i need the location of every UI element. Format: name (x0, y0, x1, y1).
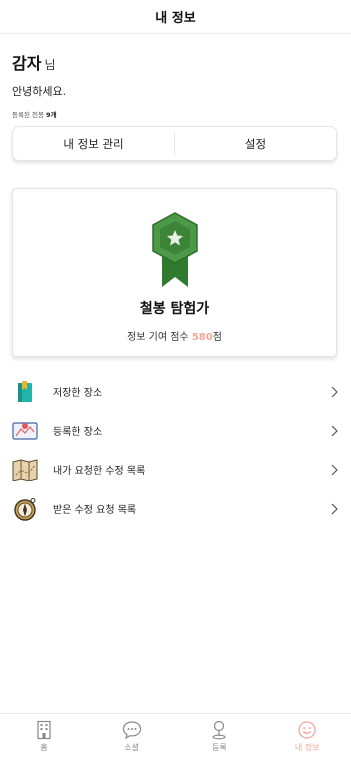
menu-item-label: 내가 요청한 수정 목록 (53, 466, 146, 477)
nav-label: 내 정보 (294, 742, 320, 752)
nav-register[interactable]: 등록 (176, 714, 264, 758)
bottom-nav: 홈 소셜 등록 내 정보 (0, 713, 351, 758)
contribution-score: 정보 기여 점수 580점 (127, 328, 222, 343)
smiley-icon (298, 720, 316, 739)
score-suffix: 점 (212, 332, 222, 343)
nav-my-info[interactable]: 내 정보 (263, 714, 351, 758)
nav-home[interactable]: 홈 (0, 714, 88, 758)
badge-card: 철봉 탐험가 정보 기여 점수 580점 (12, 188, 337, 357)
registered-count: 등록된 천봉 9개 (12, 109, 339, 119)
menu-item-label: 등록한 장소 (53, 427, 103, 438)
chat-bubble-icon (122, 720, 141, 739)
nav-label: 홈 (40, 742, 48, 752)
chevron-right-icon (331, 464, 338, 475)
menu-item-my-edit-requests[interactable]: 내가 요청한 수정 목록 (0, 450, 351, 489)
building-icon (37, 720, 51, 739)
nav-social[interactable]: 소셜 (88, 714, 176, 758)
greeting-section: 감자 님 안녕하세요. 등록된 천봉 9개 (0, 34, 351, 119)
chevron-right-icon (331, 503, 338, 514)
medal-icon (151, 212, 198, 287)
menu-item-saved-places[interactable]: 저장한 장소 (0, 372, 351, 411)
chevron-right-icon (331, 425, 338, 436)
bookmark-icon (12, 379, 38, 405)
page-title: 내 정보 (155, 11, 196, 26)
compass-icon (12, 496, 38, 522)
nav-label: 등록 (212, 742, 227, 752)
score-value: 580 (191, 332, 213, 343)
chevron-right-icon (331, 386, 338, 397)
menu-item-label: 저장한 장소 (53, 388, 103, 399)
top-bar: 내 정보 (0, 0, 351, 34)
folded-map-icon (12, 457, 38, 483)
menu-item-registered-places[interactable]: 등록한 장소 (0, 411, 351, 450)
user-name-suffix: 님 (44, 58, 56, 72)
profile-actions: 내 정보 관리 설정 (12, 126, 337, 161)
location-pin-icon (212, 720, 226, 739)
badge-title: 철봉 탐험가 (139, 301, 210, 317)
greeting-text: 안녕하세요. (12, 85, 67, 98)
map-pin-icon (12, 418, 38, 444)
score-prefix: 정보 기여 점수 (127, 332, 189, 343)
registered-label: 등록된 천봉 (12, 111, 44, 119)
menu-list: 저장한 장소 등록한 장소 내가 요청한 수정 목록 받은 수정 요청 목록 (0, 372, 351, 528)
manage-info-button[interactable]: 내 정보 관리 (13, 127, 174, 160)
menu-item-received-edit-requests[interactable]: 받은 수정 요청 목록 (0, 489, 351, 528)
nav-label: 소셜 (124, 742, 139, 752)
user-name: 감자 (12, 54, 42, 73)
settings-button[interactable]: 설정 (175, 127, 336, 160)
registered-count-value: 9개 (46, 111, 57, 119)
menu-item-label: 받은 수정 요청 목록 (53, 505, 137, 516)
